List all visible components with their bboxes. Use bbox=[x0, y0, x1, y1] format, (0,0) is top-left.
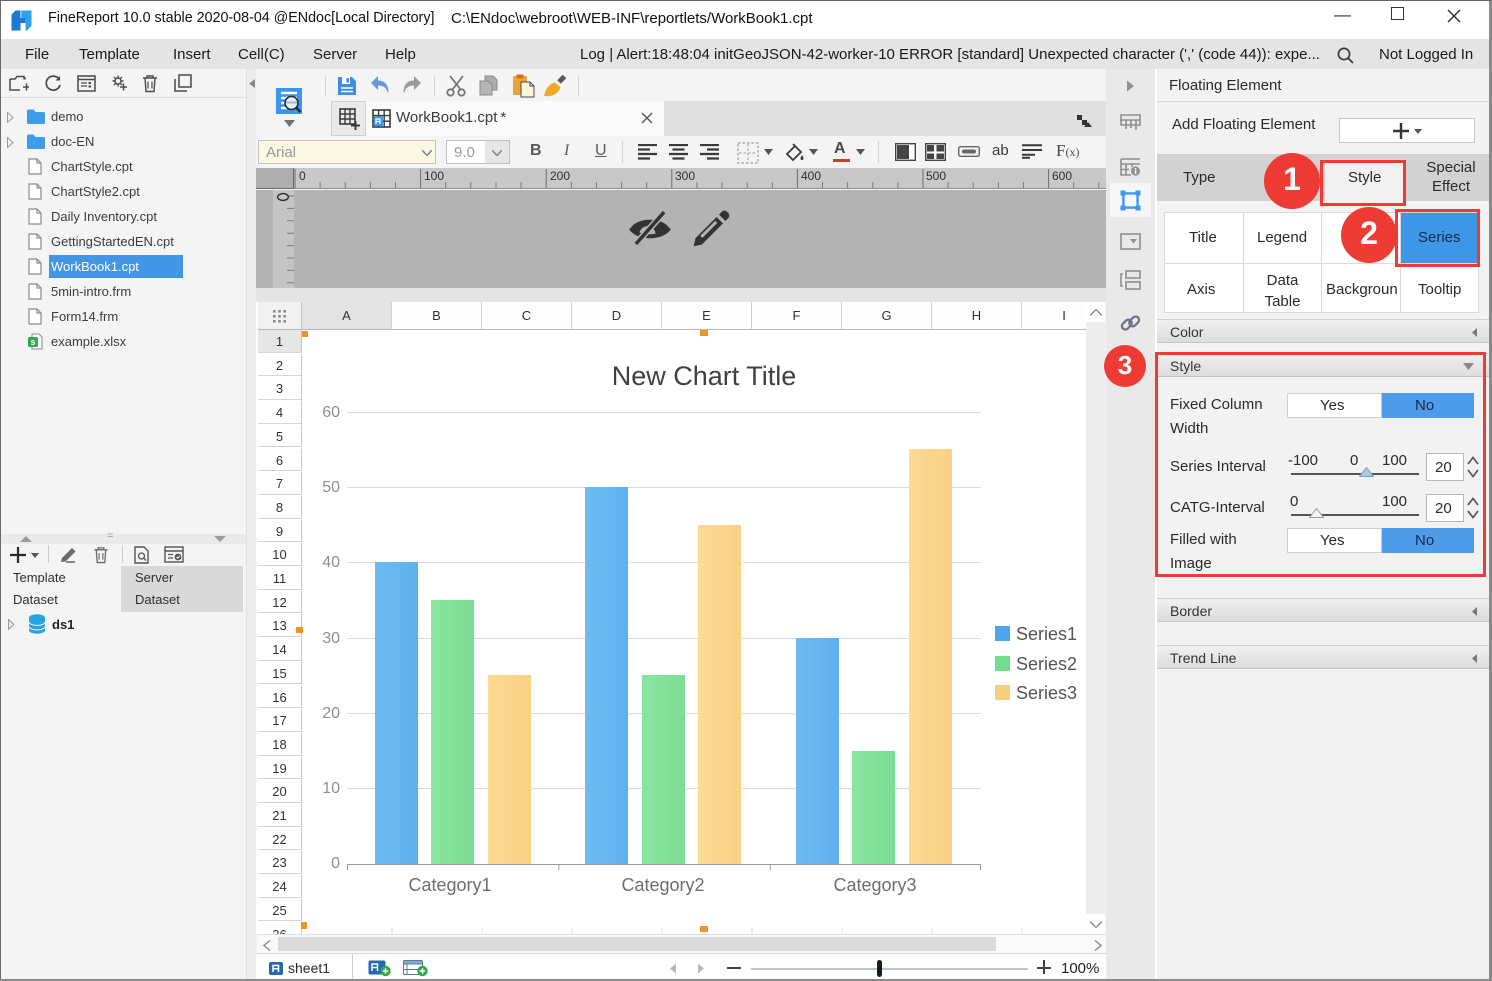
svg-text:s: s bbox=[30, 337, 35, 347]
svg-text:300: 300 bbox=[675, 169, 695, 183]
svg-text:200: 200 bbox=[550, 169, 570, 183]
svg-text:0: 0 bbox=[299, 169, 306, 183]
svg-text:100: 100 bbox=[424, 169, 444, 183]
svg-text:500: 500 bbox=[926, 169, 946, 183]
svg-text:400: 400 bbox=[801, 169, 821, 183]
svg-text:600: 600 bbox=[1052, 169, 1072, 183]
